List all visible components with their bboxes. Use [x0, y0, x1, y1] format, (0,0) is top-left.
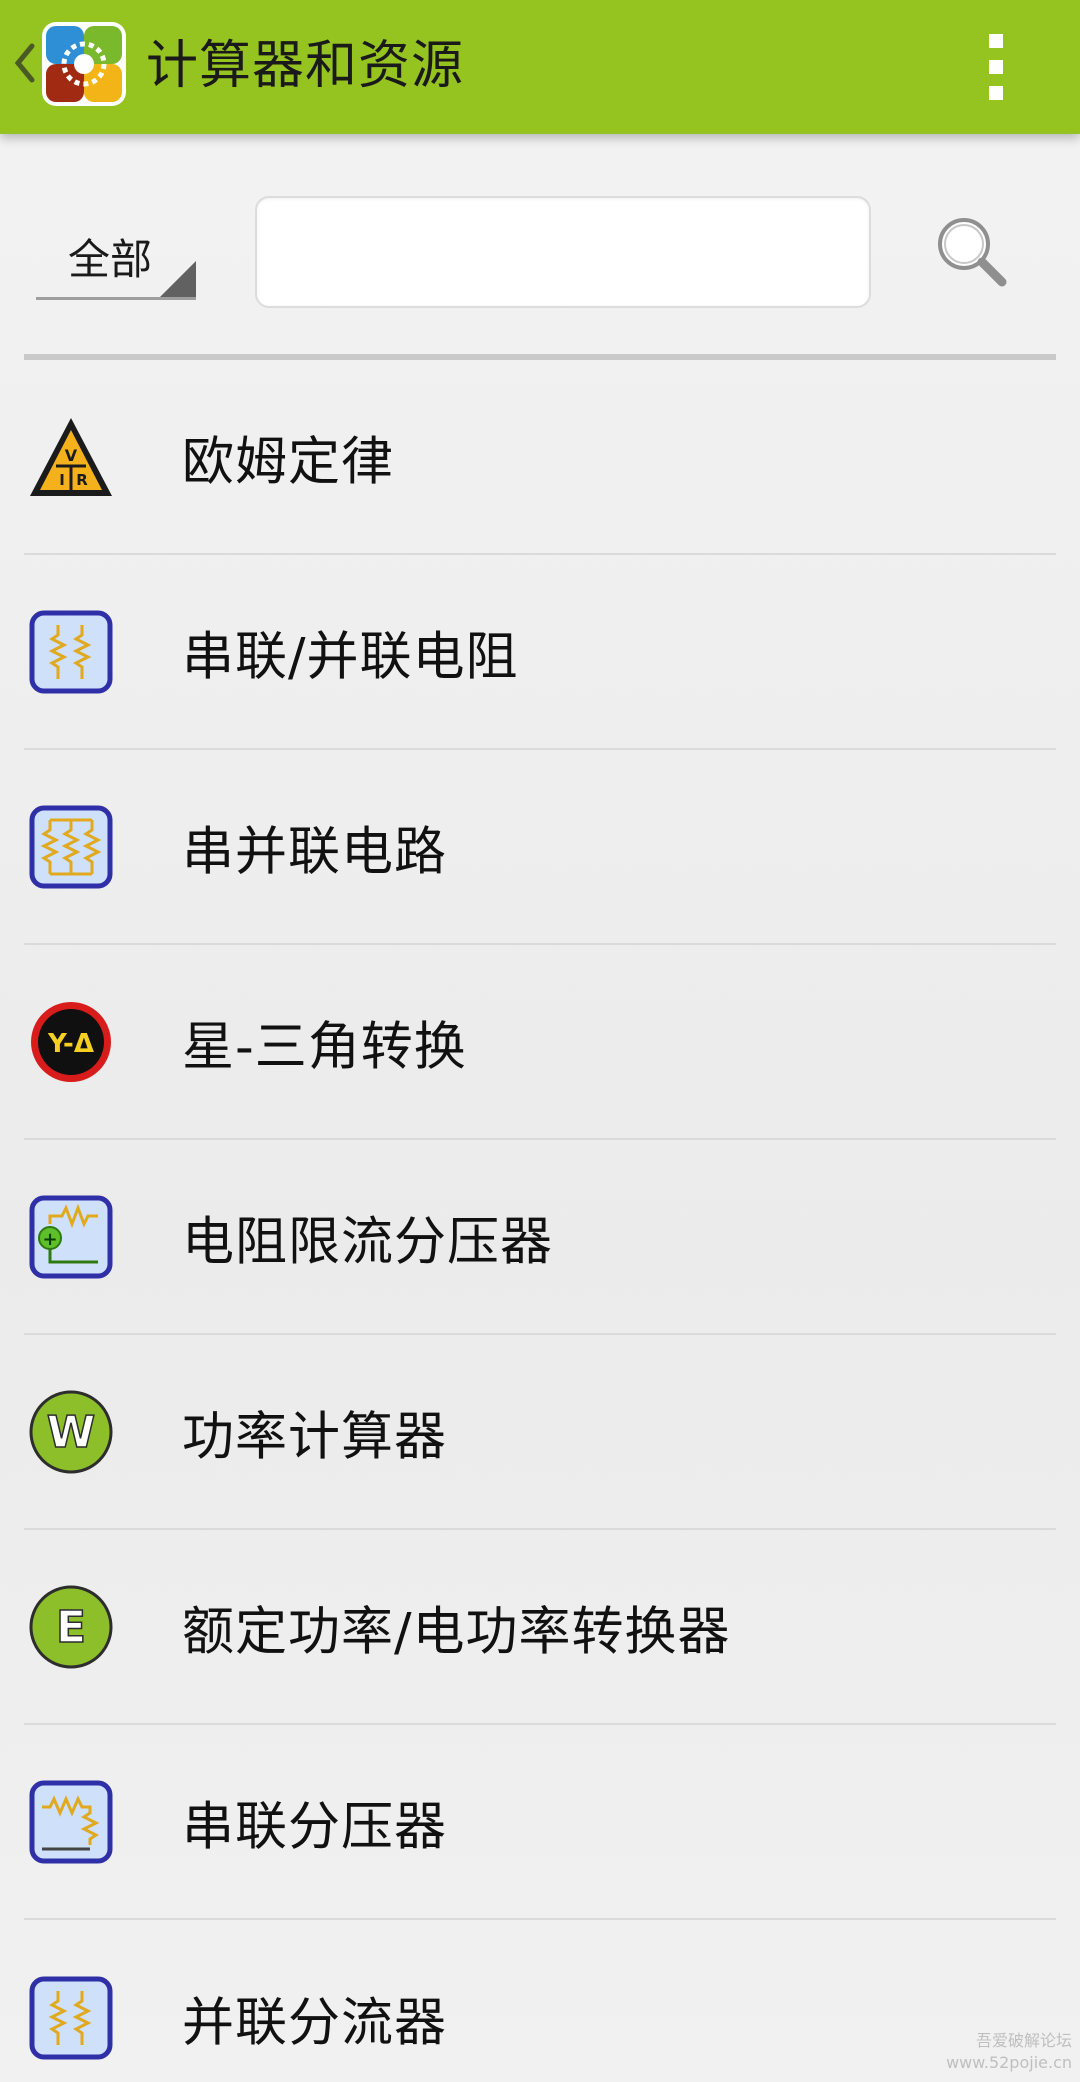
dropdown-corner-icon	[160, 261, 196, 297]
list-item-series-divider[interactable]: 串联分压器	[24, 1725, 1056, 1920]
list-item-label: 功率计算器	[182, 1407, 448, 1467]
svg-text:E: E	[56, 1602, 86, 1653]
svg-text:V: V	[65, 446, 78, 465]
list-item-label: 串联分压器	[182, 1797, 448, 1857]
category-dropdown-value: 全部	[68, 235, 153, 284]
svg-text:I: I	[59, 471, 65, 489]
power-w-icon: W	[29, 1390, 113, 1473]
series-parallel-circuit-icon	[29, 805, 113, 888]
svg-text:+: +	[42, 1229, 57, 1250]
calculator-list: V I R 欧姆定律 串联/并联电阻 串并联电路 Y-Δ 星-三角转换 + 电阻…	[24, 360, 1056, 2082]
list-item-current-limit-divider[interactable]: + 电阻限流分压器	[24, 1140, 1056, 1335]
list-item-series-parallel-resistor[interactable]: 串联/并联电阻	[24, 555, 1056, 750]
rated-power-e-icon: E	[29, 1585, 113, 1668]
series-divider-icon	[29, 1780, 113, 1863]
list-item-power-calculator[interactable]: W 功率计算器	[24, 1335, 1056, 1530]
watermark: 吾爱破解论坛 www.52pojie.cn	[946, 2030, 1072, 2074]
svg-text:W: W	[47, 1407, 96, 1458]
action-bar: 计算器和资源	[0, 0, 1080, 134]
category-dropdown[interactable]: 全部	[36, 220, 196, 300]
list-item-series-parallel-circuit[interactable]: 串并联电路	[24, 750, 1056, 945]
list-item-label: 额定功率/电功率转换器	[182, 1602, 731, 1662]
list-item-star-delta[interactable]: Y-Δ 星-三角转换	[24, 945, 1056, 1140]
list-item-label: 欧姆定律	[182, 432, 395, 492]
search-button[interactable]	[930, 210, 1014, 294]
list-item-label: 串并联电路	[182, 822, 448, 882]
current-limit-divider-icon: +	[29, 1195, 113, 1278]
search-icon	[938, 218, 1007, 287]
star-delta-icon: Y-Δ	[31, 1001, 111, 1082]
series-parallel-resistor-icon	[29, 610, 113, 693]
watermark-line1: 吾爱破解论坛	[975, 2031, 1072, 2050]
svg-text:R: R	[76, 471, 88, 489]
app-title: 计算器和资源	[146, 36, 465, 96]
search-input[interactable]	[255, 196, 871, 308]
list-item-rated-power-converter[interactable]: E 额定功率/电功率转换器	[24, 1530, 1056, 1725]
back-chevron-icon[interactable]	[10, 38, 40, 88]
overflow-menu-icon[interactable]	[972, 30, 1022, 104]
list-item-label: 串联/并联电阻	[182, 627, 519, 687]
ohms-law-triangle-icon: V I R	[30, 417, 112, 496]
watermark-line2: www.52pojie.cn	[946, 2053, 1072, 2072]
list-item-parallel-divider[interactable]: 并联分流器	[24, 1920, 1056, 2082]
list-item-label: 电阻限流分压器	[182, 1212, 554, 1272]
svg-text:Y-Δ: Y-Δ	[47, 1029, 94, 1059]
list-item-label: 星-三角转换	[182, 1017, 467, 1077]
app-logo-icon[interactable]	[40, 20, 128, 108]
parallel-divider-icon	[29, 1976, 113, 2059]
list-item-ohms-law[interactable]: V I R 欧姆定律	[24, 360, 1056, 555]
list-item-label: 并联分流器	[182, 1993, 448, 2053]
